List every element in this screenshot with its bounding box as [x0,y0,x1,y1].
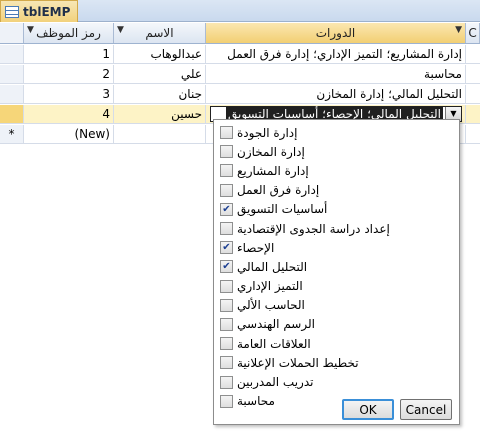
row-selector[interactable] [0,85,24,103]
column-header-courses[interactable]: الدورات ▼ [206,23,466,43]
cell-extra[interactable] [466,65,480,83]
course-option[interactable]: إدارة فرق العمل [220,181,452,200]
table-row[interactable]: 1 عبدالوهاب إدارة المشاريع؛ التميز الإدا… [0,45,480,64]
cell-extra[interactable] [466,105,480,123]
cell-name[interactable] [114,125,206,143]
course-option-label: الرسم الهندسي [237,317,315,332]
checkbox-icon[interactable] [220,279,233,293]
cancel-button[interactable]: Cancel [400,399,452,420]
row-selector[interactable] [0,45,24,63]
cell-employee-id[interactable]: 1 [24,45,114,63]
course-option[interactable]: إعداد دراسة الجدوى الإقتصادية [220,219,452,238]
table-icon [5,5,19,18]
checkbox-icon[interactable] [220,356,233,370]
header-row: ▼ رمز الموظف ▼ الاسم الدورات ▼ C [0,23,480,44]
column-header-employee-id[interactable]: ▼ رمز الموظف [24,23,114,43]
course-option-label: التميز الإداري [237,279,303,294]
checkbox-checked-icon[interactable]: ✔ [220,241,233,255]
sort-dropdown-icon[interactable]: ▼ [117,25,124,35]
cell-name[interactable]: علي [114,65,206,83]
cell-employee-id[interactable]: 2 [24,65,114,83]
sort-dropdown-icon[interactable]: ▼ [27,25,34,35]
course-option-label: إدارة الجودة [237,125,298,140]
tab-title: tblEMP [23,4,71,19]
checkbox-icon[interactable] [220,394,233,408]
new-record-icon: * [0,125,24,143]
checkbox-icon[interactable] [220,337,233,351]
table-tab[interactable]: tblEMP [0,0,78,22]
checkbox-icon[interactable] [220,222,233,236]
sort-dropdown-icon[interactable]: ▼ [455,25,462,35]
cell-new-id[interactable]: (New) [24,125,114,143]
checkbox-icon[interactable] [220,126,233,140]
cell-courses[interactable]: التحليل المالي؛ إدارة المخازن [206,85,466,103]
course-option-label: إدارة المخازن [237,144,305,159]
checkbox-icon[interactable] [220,375,233,389]
select-all-corner[interactable] [0,23,24,43]
checkbox-checked-icon[interactable]: ✔ [220,260,233,274]
ok-button[interactable]: OK [342,399,394,420]
cell-name[interactable]: جنان [114,85,206,103]
column-header-name[interactable]: ▼ الاسم [114,23,206,43]
course-option[interactable]: تخطيط الحملات الإعلانية [220,353,452,372]
course-option-label: تخطيط الحملات الإعلانية [237,355,359,370]
course-option-label: تدريب المدربين [237,375,314,390]
cell-extra[interactable] [466,45,480,63]
column-header-extra[interactable]: C [466,23,480,43]
checkbox-icon[interactable] [220,183,233,197]
course-option-label: التحليل المالي [237,259,308,274]
cell-name[interactable]: عبدالوهاب [114,45,206,63]
course-option-label: إدارة المشاريع [237,163,309,178]
course-option[interactable]: ✔ الإحصاء [220,238,452,257]
cell-courses[interactable]: محاسبة [206,65,466,83]
cell-extra[interactable] [466,85,480,103]
course-option-label: إعداد دراسة الجدوى الإقتصادية [237,221,390,236]
course-option-label: إدارة فرق العمل [237,183,320,198]
table-row[interactable]: 3 جنان التحليل المالي؛ إدارة المخازن [0,85,480,104]
course-option[interactable]: ✔ أساسيات التسويق [220,200,452,219]
course-checklist: إدارة الجودة إدارة المخازن إدارة المشاريع إ… [220,123,452,408]
course-option[interactable]: العلاقات العامة [220,334,452,353]
checkbox-icon[interactable] [220,317,233,331]
course-option[interactable]: الرسم الهندسي [220,315,452,334]
course-option-label: أساسيات التسويق [237,202,328,217]
course-option-label: الحاسب الألي [237,298,305,313]
course-option-label: الإحصاء [237,240,275,255]
course-option[interactable]: الحاسب الألي [220,296,452,315]
multivalue-dropdown-panel: إدارة الجودة إدارة المخازن إدارة المشاريع إ… [213,119,460,425]
course-option[interactable]: إدارة المشاريع [220,161,452,180]
row-selector[interactable] [0,65,24,83]
course-option-label: العلاقات العامة [237,336,311,351]
course-option[interactable]: إدارة المخازن [220,142,452,161]
checkbox-icon[interactable] [220,145,233,159]
course-option[interactable]: إدارة الجودة [220,123,452,142]
tab-strip: tblEMP [0,0,480,22]
cell-employee-id[interactable]: 3 [24,85,114,103]
cell-extra[interactable] [466,125,480,143]
table-row[interactable]: 2 علي محاسبة [0,65,480,84]
cell-name[interactable]: حسين [114,105,206,123]
course-option[interactable]: ✔ التحليل المالي [220,257,452,276]
row-selector-current[interactable] [0,105,24,123]
cell-courses[interactable]: إدارة المشاريع؛ التميز الإداري؛ إدارة فر… [206,45,466,63]
course-option-label: محاسبة [237,394,275,409]
checkbox-checked-icon[interactable]: ✔ [220,202,233,216]
checkbox-icon[interactable] [220,164,233,178]
cell-employee-id[interactable]: 4 [24,105,114,123]
course-option[interactable]: تدريب المدربين [220,372,452,391]
checkbox-icon[interactable] [220,298,233,312]
course-option[interactable]: التميز الإداري [220,277,452,296]
